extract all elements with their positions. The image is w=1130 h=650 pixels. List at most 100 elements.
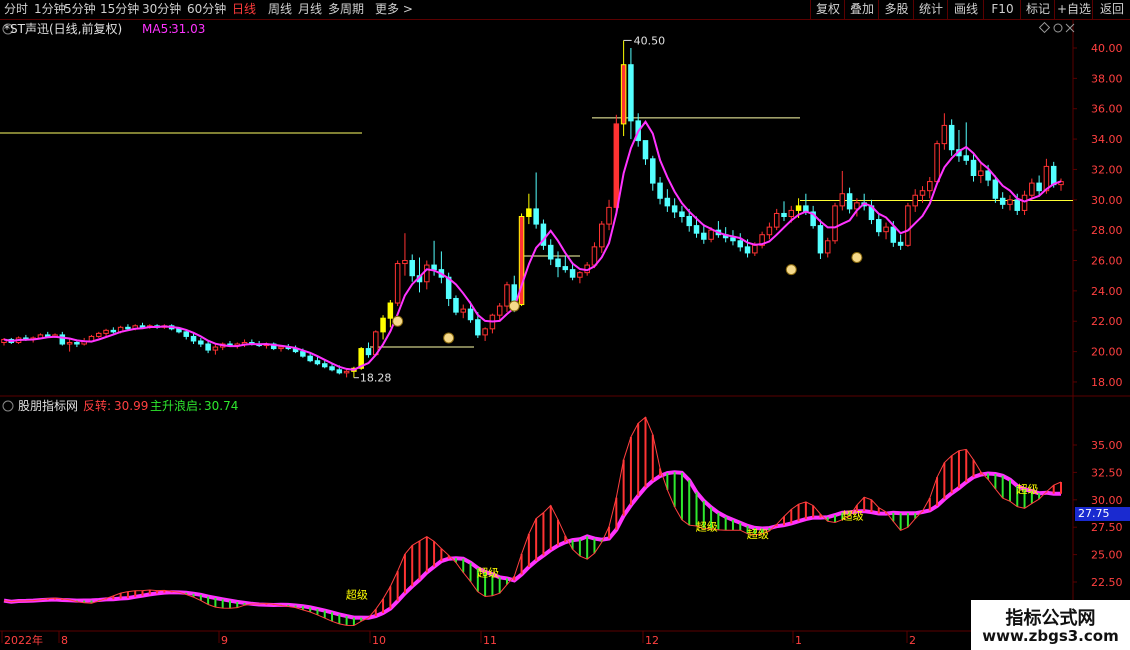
high-price-label: 40.50 (634, 34, 666, 47)
candle-body (482, 328, 488, 336)
candle-body (978, 170, 984, 177)
x-axis-label: 1 (795, 634, 802, 647)
signal-label: 超级 (747, 527, 769, 541)
toolbar-tab-9[interactable]: 多周期 (328, 2, 364, 17)
candle-body (59, 334, 66, 345)
toolbar-button-0[interactable]: 复权 (810, 0, 845, 19)
toolbar-button-3[interactable]: 统计 (913, 0, 948, 19)
candle-body (628, 64, 634, 122)
candle-body (1014, 199, 1021, 211)
candle-body (875, 219, 882, 233)
main-y-tick-label: 24.00 (1091, 285, 1123, 298)
candle-body (314, 360, 321, 365)
indicator-name: 股朋指标网 (18, 398, 78, 413)
main-y-tick-label: 36.00 (1091, 103, 1123, 116)
candle-body (387, 302, 394, 319)
candle-body (329, 366, 335, 371)
candle-body (686, 215, 692, 227)
candle-body (183, 331, 190, 337)
candle-body (475, 319, 481, 336)
toolbar-tab-7[interactable]: 周线 (268, 2, 292, 17)
candle-body (795, 205, 802, 211)
candle-body (555, 258, 561, 268)
toolbar-button-5[interactable]: F10 (983, 0, 1021, 19)
indicator-y-tick-label: 22.50 (1091, 576, 1123, 589)
candle-body (839, 193, 846, 207)
x-axis-label: 2022年 (4, 633, 43, 647)
diamond-icon[interactable] (1038, 21, 1051, 34)
candle-body (190, 335, 197, 342)
candle-body (832, 205, 838, 242)
candle-body (737, 240, 744, 248)
toolbar-button-6[interactable]: 标记 (1020, 0, 1055, 19)
candle-body (744, 246, 751, 254)
candle-body (365, 348, 372, 356)
candle-body (693, 225, 700, 234)
collapse-icon[interactable] (2, 400, 14, 412)
candle-body (730, 237, 736, 242)
candle-body (431, 264, 437, 271)
candle-body (1050, 165, 1057, 186)
toolbar-tab-6[interactable]: 日线 (232, 2, 256, 17)
candle-body (409, 260, 415, 277)
settings-icon[interactable] (1053, 23, 1063, 33)
candle-body (504, 284, 510, 307)
candle-body (701, 232, 707, 240)
candle-body (824, 240, 831, 254)
candle-body (897, 241, 904, 246)
toolbar-tab-1[interactable]: 1分钟 (34, 2, 66, 17)
indicator-value-1: 30.99 (114, 399, 148, 413)
signal-label: 超级 (842, 509, 864, 523)
indicator-y-tick-label: 35.00 (1091, 439, 1123, 452)
candle-body (591, 246, 598, 266)
candle-body (96, 332, 102, 337)
candle-body (394, 263, 401, 304)
candle-body (985, 170, 991, 181)
toolbar-button-2[interactable]: 多股 (878, 0, 914, 19)
candle-body (708, 229, 714, 240)
main-panel-title: *ST声迅(日线,前复权) (4, 21, 122, 36)
price-chart: 40.00 38.00 36.00 34.00 32.00 30.00 28.00 26.00… (0, 19, 1130, 650)
main-y-tick-label: 26.00 (1091, 255, 1123, 268)
candle-body (781, 212, 787, 217)
candle-body (547, 244, 554, 260)
toolbar-tab-4[interactable]: 30分钟 (142, 2, 181, 17)
candle-body (948, 124, 955, 151)
toolbar-tab-3[interactable]: 15分钟 (100, 2, 139, 17)
candle-body (110, 329, 117, 333)
x-axis-label: 11 (483, 634, 497, 647)
candle-body (205, 343, 211, 351)
candle-body (650, 158, 656, 184)
candle-body (212, 346, 219, 351)
candle-body (380, 317, 386, 333)
indicator-value-2: 30.74 (204, 399, 238, 413)
candle-body (460, 308, 467, 313)
toolbar-tab-5[interactable]: 60分钟 (187, 2, 226, 17)
candle-body (343, 370, 350, 374)
candle-body (999, 197, 1006, 205)
toolbar-tab-8[interactable]: 月线 (298, 2, 322, 17)
candle-body (321, 363, 328, 368)
toolbar-tab-0[interactable]: 分时 (4, 2, 28, 17)
candle-body (613, 123, 620, 208)
toolbar-button-8[interactable]: 返回 (1092, 0, 1130, 19)
top-toolbar: 分时 1分钟 5分钟 15分钟 30分钟 60分钟 日线 周线 月线 多周期 更多 > 复权 叠加 多股统… (0, 0, 1130, 20)
main-y-tick-label: 20.00 (1091, 346, 1123, 359)
toolbar-button-7[interactable]: +自选 (1054, 0, 1093, 19)
candle-body (752, 244, 758, 254)
candle-body (883, 226, 889, 233)
indicator-base-line (3, 470, 1062, 620)
candle-body (496, 305, 503, 316)
signal-label: 超级 (477, 566, 499, 580)
candle-body (679, 211, 685, 217)
toolbar-tab-10[interactable]: 更多 > (375, 2, 413, 17)
x-axis-label: 2 (909, 634, 916, 647)
toolbar-tab-2[interactable]: 5分钟 (64, 2, 96, 17)
money-bag-icon (785, 264, 797, 276)
toolbar-button-1[interactable]: 叠加 (844, 0, 879, 19)
candle-body (934, 143, 940, 183)
candle-body (992, 179, 999, 199)
toolbar-button-4[interactable]: 画线 (947, 0, 984, 19)
candle-body (671, 205, 678, 213)
candle-body (657, 182, 663, 199)
